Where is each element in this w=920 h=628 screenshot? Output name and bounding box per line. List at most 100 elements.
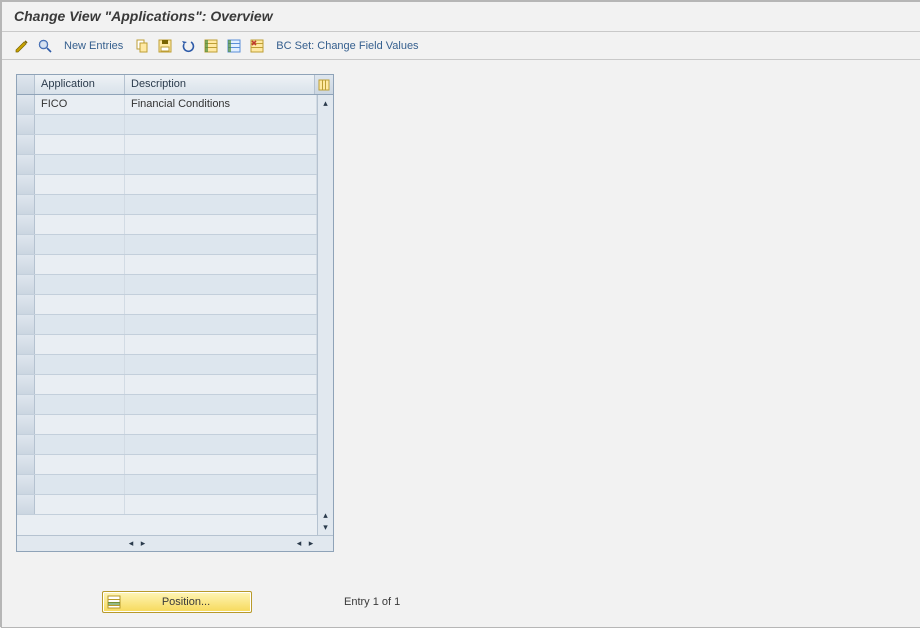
col-application[interactable]: Application	[35, 75, 125, 94]
table-row	[17, 335, 317, 355]
toolbar: New Entries BC Set: Change Field Values	[2, 32, 920, 60]
cell-description[interactable]	[125, 295, 317, 314]
cell-application[interactable]	[35, 335, 125, 354]
table-row	[17, 135, 317, 155]
cell-application[interactable]	[35, 435, 125, 454]
cell-description[interactable]: Financial Conditions	[125, 95, 317, 114]
row-selector[interactable]	[17, 155, 35, 174]
cell-description[interactable]	[125, 395, 317, 414]
cell-application[interactable]	[35, 375, 125, 394]
deselect-all-icon[interactable]	[224, 36, 244, 56]
cell-application[interactable]	[35, 355, 125, 374]
cell-application[interactable]	[35, 315, 125, 334]
scroll-left-icon[interactable]: ◂	[125, 538, 137, 550]
table-row	[17, 175, 317, 195]
scroll-right-icon[interactable]: ▸	[305, 538, 317, 550]
row-selector[interactable]	[17, 415, 35, 434]
cell-application[interactable]	[35, 235, 125, 254]
cell-description[interactable]	[125, 275, 317, 294]
cell-description[interactable]	[125, 235, 317, 254]
cell-description[interactable]	[125, 215, 317, 234]
cell-description[interactable]	[125, 435, 317, 454]
table-row	[17, 195, 317, 215]
row-selector[interactable]	[17, 135, 35, 154]
row-selector[interactable]	[17, 315, 35, 334]
cell-application[interactable]	[35, 475, 125, 494]
cell-description[interactable]	[125, 455, 317, 474]
delete-icon[interactable]	[247, 36, 267, 56]
cell-application[interactable]	[35, 455, 125, 474]
cell-application[interactable]: FICO	[35, 95, 125, 114]
cell-application[interactable]	[35, 215, 125, 234]
row-selector[interactable]	[17, 435, 35, 454]
cell-application[interactable]	[35, 195, 125, 214]
cell-application[interactable]	[35, 135, 125, 154]
row-selector[interactable]	[17, 395, 35, 414]
cell-application[interactable]	[35, 115, 125, 134]
row-selector[interactable]	[17, 335, 35, 354]
scroll-up-icon[interactable]: ▴	[320, 97, 332, 109]
cell-description[interactable]	[125, 355, 317, 374]
col-description[interactable]: Description	[125, 75, 315, 94]
cell-application[interactable]	[35, 495, 125, 514]
row-selector[interactable]	[17, 195, 35, 214]
select-all-icon[interactable]	[201, 36, 221, 56]
cell-description[interactable]	[125, 495, 317, 514]
table-row: FICOFinancial Conditions	[17, 95, 317, 115]
scroll-right-start-icon[interactable]: ▸	[137, 538, 149, 550]
scroll-down-icon[interactable]: ▴	[320, 509, 332, 521]
configure-columns-icon[interactable]	[315, 75, 333, 94]
cell-application[interactable]	[35, 175, 125, 194]
cell-application[interactable]	[35, 295, 125, 314]
find-icon[interactable]	[35, 36, 55, 56]
cell-application[interactable]	[35, 415, 125, 434]
table-header: Application Description	[17, 75, 333, 95]
row-selector[interactable]	[17, 455, 35, 474]
row-selector[interactable]	[17, 375, 35, 394]
row-selector[interactable]	[17, 235, 35, 254]
undo-icon[interactable]	[178, 36, 198, 56]
table-row	[17, 275, 317, 295]
cell-description[interactable]	[125, 155, 317, 174]
cell-description[interactable]	[125, 175, 317, 194]
toggle-display-change-icon[interactable]	[12, 36, 32, 56]
save-icon[interactable]	[155, 36, 175, 56]
cell-description[interactable]	[125, 335, 317, 354]
table-row	[17, 435, 317, 455]
cell-description[interactable]	[125, 195, 317, 214]
row-selector[interactable]	[17, 115, 35, 134]
row-selector[interactable]	[17, 475, 35, 494]
cell-application[interactable]	[35, 255, 125, 274]
cell-description[interactable]	[125, 375, 317, 394]
horizontal-scrollbar[interactable]: ◂ ▸ ◂ ▸	[17, 535, 333, 551]
cell-application[interactable]	[35, 155, 125, 174]
scroll-down-icon-2[interactable]: ▾	[320, 521, 332, 533]
row-selector[interactable]	[17, 275, 35, 294]
scroll-left-end-icon[interactable]: ◂	[293, 538, 305, 550]
cell-description[interactable]	[125, 255, 317, 274]
select-all-stub[interactable]	[17, 75, 35, 94]
new-entries-button[interactable]: New Entries	[58, 36, 129, 56]
cell-application[interactable]	[35, 395, 125, 414]
table-row	[17, 315, 317, 335]
row-selector[interactable]	[17, 175, 35, 194]
vertical-scrollbar[interactable]: ▴ ▴ ▾	[317, 95, 333, 535]
table-row	[17, 495, 317, 515]
table-row	[17, 115, 317, 135]
copy-icon[interactable]	[132, 36, 152, 56]
cell-description[interactable]	[125, 315, 317, 334]
position-button[interactable]: Position...	[102, 591, 252, 613]
page-title: Change View "Applications": Overview	[2, 2, 920, 32]
cell-description[interactable]	[125, 115, 317, 134]
row-selector[interactable]	[17, 495, 35, 514]
row-selector[interactable]	[17, 295, 35, 314]
row-selector[interactable]	[17, 95, 35, 114]
cell-application[interactable]	[35, 275, 125, 294]
row-selector[interactable]	[17, 255, 35, 274]
bc-set-button[interactable]: BC Set: Change Field Values	[270, 36, 424, 56]
cell-description[interactable]	[125, 415, 317, 434]
row-selector[interactable]	[17, 355, 35, 374]
cell-description[interactable]	[125, 135, 317, 154]
row-selector[interactable]	[17, 215, 35, 234]
cell-description[interactable]	[125, 475, 317, 494]
